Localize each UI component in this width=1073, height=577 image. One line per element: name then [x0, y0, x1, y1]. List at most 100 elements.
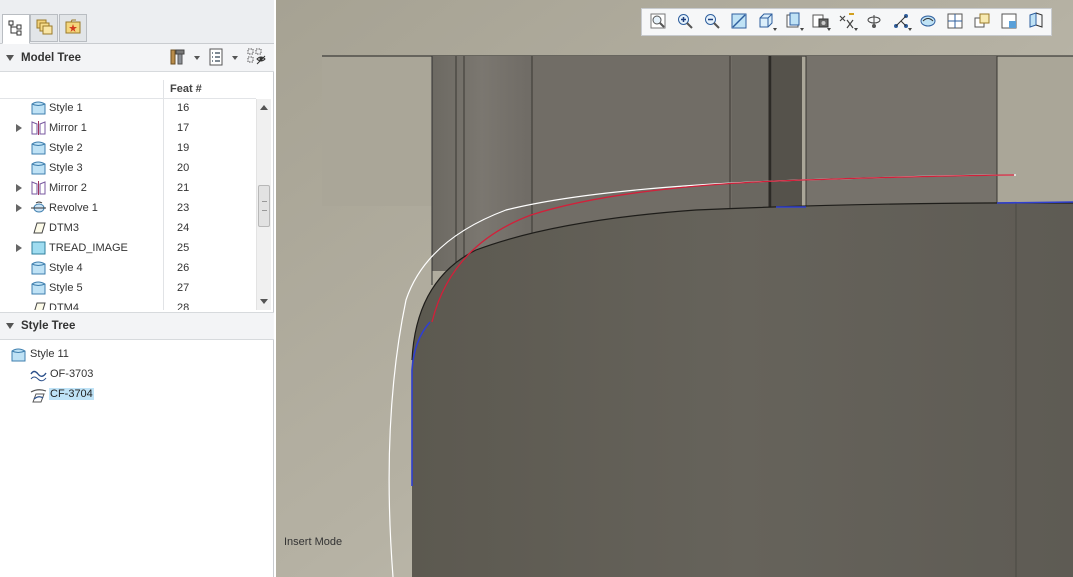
model-tree-row[interactable]: Style 3 20: [0, 158, 256, 178]
model-tree-row-label: Style 4: [49, 262, 83, 274]
navigator-tabs: [0, 0, 274, 44]
scroll-down-icon[interactable]: [260, 299, 268, 304]
model-tree-row[interactable]: Revolve 1 23: [0, 198, 256, 218]
chevron-down-icon[interactable]: [194, 56, 200, 60]
scrollbar-thumb[interactable]: [258, 185, 270, 227]
style-tree-item-label: OF-3703: [50, 368, 94, 380]
graphics-window[interactable]: Insert Mode: [276, 0, 1073, 577]
model-tree-row-label: Mirror 1: [49, 122, 87, 134]
feat-number-column-header[interactable]: Feat #: [170, 83, 202, 95]
model-tree-row-feat-number: 20: [177, 162, 190, 174]
zoom-in-button[interactable]: [672, 10, 697, 34]
model-tree-tab-icon: [8, 20, 24, 39]
graphics-toolbar: [641, 8, 1052, 36]
model-tree-row-feat-number: 21: [177, 182, 190, 194]
datum-display-button[interactable]: [834, 10, 859, 34]
style-icon: [30, 260, 47, 276]
expand-triangle-icon[interactable]: [16, 124, 22, 132]
model-tree-row-feat-number: 25: [177, 242, 190, 254]
expand-triangle-icon[interactable]: [16, 204, 22, 212]
model-tree-header[interactable]: Model Tree: [0, 44, 274, 72]
model-tree-row-feat-number: 28: [177, 302, 190, 310]
annotation-display-icon: [892, 12, 910, 33]
tree-settings-button[interactable]: [166, 47, 202, 69]
repaint-icon: [730, 12, 748, 33]
expand-triangle-icon[interactable]: [16, 184, 22, 192]
model-tree-tools: [166, 47, 270, 69]
style-icon: [30, 280, 47, 296]
surface-analysis-button[interactable]: [915, 10, 940, 34]
model-tree-row-label: Style 2: [49, 142, 83, 154]
model-tree-scrollbar[interactable]: [256, 99, 271, 310]
model-tree-row-feat-number: 17: [177, 122, 190, 134]
mirror-icon: [30, 180, 47, 196]
display-style-button[interactable]: [753, 10, 778, 34]
view-manager-icon: [811, 12, 829, 33]
tree-filter-button[interactable]: [244, 47, 270, 69]
annotation-display-button[interactable]: [888, 10, 913, 34]
datum-display-icon: [838, 12, 856, 33]
curvature-display-button[interactable]: [1023, 10, 1048, 34]
collapse-triangle-icon[interactable]: [6, 323, 14, 329]
surface-analysis-icon: [919, 12, 937, 33]
style-icon: [30, 160, 47, 176]
refit-button[interactable]: [645, 10, 670, 34]
model-tree-row[interactable]: Style 5 27: [0, 278, 256, 298]
expand-triangle-icon[interactable]: [16, 244, 22, 252]
named-views-button[interactable]: [969, 10, 994, 34]
model-tree-row[interactable]: TREAD_IMAGE 25: [0, 238, 256, 258]
folder-browser-tab-icon: [35, 18, 53, 39]
favorites-tab-icon: [64, 18, 82, 39]
model-tree-row[interactable]: Style 1 16: [0, 98, 256, 118]
perspective-view-button[interactable]: [942, 10, 967, 34]
style-tree-header[interactable]: Style Tree: [0, 312, 274, 340]
section-view-button[interactable]: [996, 10, 1021, 34]
chevron-down-icon[interactable]: [232, 56, 238, 60]
model-tree-row[interactable]: DTM4 28: [0, 298, 256, 310]
spin-center-button[interactable]: [861, 10, 886, 34]
model-tree-tab[interactable]: [2, 14, 30, 44]
zoom-out-button[interactable]: [699, 10, 724, 34]
model-tree-row-feat-number: 26: [177, 262, 190, 274]
curvature-display-icon: [1027, 11, 1045, 33]
display-style-icon: [757, 12, 775, 33]
model-tree-row[interactable]: Style 2 19: [0, 138, 256, 158]
model-tree-row-feat-number: 23: [177, 202, 190, 214]
scroll-up-icon[interactable]: [260, 105, 268, 110]
zoom-out-icon: [703, 12, 721, 33]
saved-orientations-button[interactable]: [780, 10, 805, 34]
free-curve-icon: [30, 367, 47, 383]
section-view-icon: [1000, 12, 1018, 33]
model-tree-row[interactable]: Style 4 26: [0, 258, 256, 278]
view-manager-button[interactable]: [807, 10, 832, 34]
perspective-view-icon: [946, 12, 964, 33]
datum-plane-icon: [30, 300, 47, 310]
refit-icon: [649, 12, 667, 33]
style-tree-item-label: CF-3704: [49, 388, 94, 400]
model-tree-row-label: Style 1: [49, 102, 83, 114]
named-views-icon: [973, 12, 991, 33]
favorites-tab[interactable]: [59, 14, 87, 42]
style-tree-list: Style 11 OF-3703 CF-3704: [0, 340, 274, 577]
model-tree-row-label: Mirror 2: [49, 182, 87, 194]
model-tree-row-label: Style 5: [49, 282, 83, 294]
model-tree-row-feat-number: 19: [177, 142, 190, 154]
model-tree-row[interactable]: Mirror 1 17: [0, 118, 256, 138]
image-icon: [30, 240, 47, 256]
repaint-button[interactable]: [726, 10, 751, 34]
tree-columns-button[interactable]: [206, 47, 240, 69]
model-tree-title: Model Tree: [21, 51, 82, 64]
model-geometry: [276, 0, 1073, 577]
hammer-icon: [168, 48, 186, 69]
model-tree-list: Style 1 16 Mirror 1 17 Style 2 19 Style 3 20 Mir…: [0, 98, 256, 310]
model-tree-row-label: DTM3: [49, 222, 79, 234]
model-tree-row-label: Revolve 1: [49, 202, 98, 214]
folder-browser-tab[interactable]: [30, 14, 58, 42]
model-tree-row-feat-number: 16: [177, 102, 190, 114]
collapse-triangle-icon[interactable]: [6, 54, 14, 61]
style-icon: [30, 140, 47, 156]
model-tree-row[interactable]: Mirror 2 21: [0, 178, 256, 198]
style-tree-root-label: Style 11: [30, 348, 69, 360]
model-tree-row[interactable]: DTM3 24: [0, 218, 256, 238]
model-tree-row-label: DTM4: [49, 302, 79, 310]
